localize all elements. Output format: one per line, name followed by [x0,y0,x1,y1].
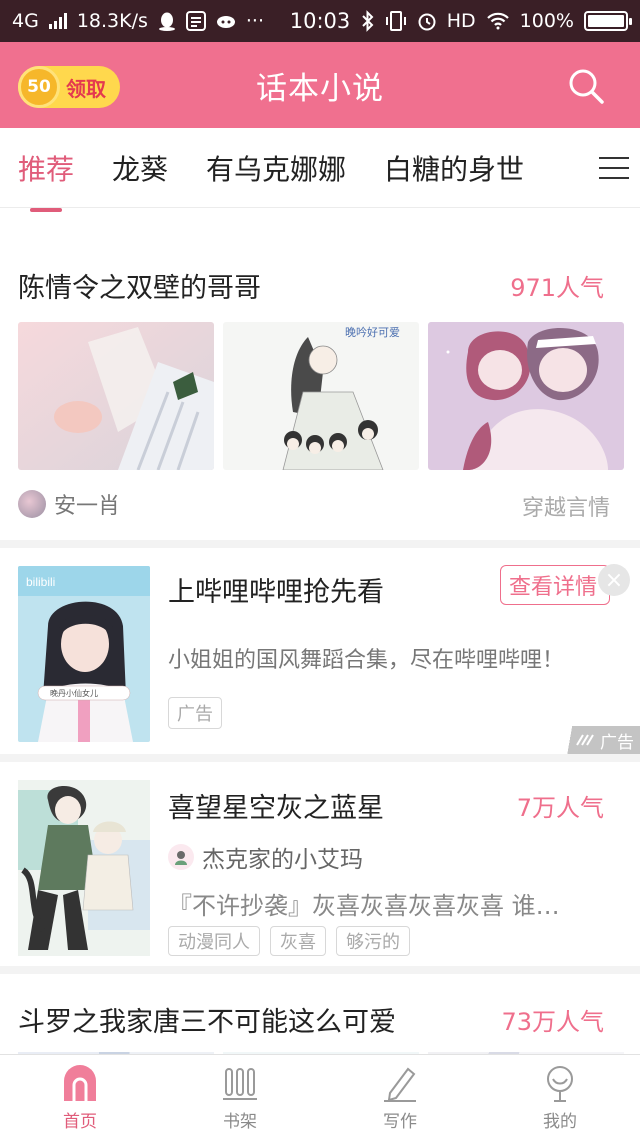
claim-label: 领取 [66,76,106,101]
story-title: 陈情令之双壁的哥哥 [18,273,261,304]
view-details-button[interactable]: 查看详情 [500,565,610,605]
coin-icon: 50 [18,66,60,108]
image-caption: 晚吟好可爱 [345,325,400,339]
network-type: 4G [12,10,39,32]
nav-profile-label: 我的 [543,1112,577,1132]
nav-write-label: 写作 [383,1112,417,1132]
app-header: 50 领取 话本小说 [0,42,640,128]
bluetooth-icon [362,10,374,32]
ad-tag: 广告 [168,697,222,729]
tab-recommend[interactable]: 推荐 [18,148,74,212]
story-tag[interactable]: 够污的 [336,926,410,956]
popularity-count: 971人气 [510,274,604,302]
category-tabs: 推荐 龙葵 有乌克娜娜 白糖的身世 [0,128,640,212]
reader-app-icon [185,11,206,31]
bilibili-logo: bilibili [26,575,55,589]
home-icon [64,1065,96,1101]
story-image: 晚吟好可爱 [223,322,419,470]
nav-home-label: 首页 [63,1112,97,1132]
profile-icon [547,1066,573,1102]
popularity-count: 73万人气 [501,1008,604,1036]
story-cover [18,780,150,956]
ad-card[interactable]: bilibili 晚丹小仙女儿 上哔哩哔哩抢先看 查看详情 × 小姐姐的国风舞蹈… [0,548,640,762]
story-description: 『不许抄袭』灰喜灰喜灰喜灰喜 谁… [168,892,560,920]
ad-description: 小姐姐的国风舞蹈合集，尽在哔哩哔哩！ [168,648,565,673]
nav-home[interactable]: 首页 [0,1055,160,1138]
claim-coins-button[interactable]: 50 领取 [18,66,120,108]
signal-icon [48,13,67,29]
story-title: 喜望星空灰之蓝星 [168,793,384,824]
popularity-count: 7万人气 [516,794,604,822]
nav-bookshelf-label: 书架 [223,1112,257,1132]
nav-write[interactable]: 写作 [320,1055,480,1138]
story-image [18,322,214,470]
nav-profile[interactable]: 我的 [480,1055,640,1138]
page-title: 话本小说 [256,70,384,107]
close-icon[interactable]: × [598,564,630,596]
avatar [168,844,194,870]
story-tag[interactable]: 灰喜 [270,926,326,956]
ad-image: bilibili 晚丹小仙女儿 [18,566,150,742]
tab-longkui[interactable]: 龙葵 [112,148,168,188]
author-name: 安一肖 [54,494,121,519]
vibrate-icon [385,11,406,31]
bookshelf-icon [223,1068,257,1100]
story-title: 斗罗之我家唐三不可能这么可爱 [18,1007,396,1038]
tab-ukenana[interactable]: 有乌克娜娜 [206,148,346,188]
battery-icon [584,11,632,31]
ad-logo-icon [576,734,594,746]
search-icon[interactable] [566,66,606,106]
wifi-icon [486,12,509,30]
ad-badge: 广告 [558,726,640,754]
story-tag[interactable]: 动漫同人 [168,926,260,956]
ad-badge-label: 广告 [600,732,634,753]
story-card[interactable]: 斗罗之我家唐三不可能这么可爱 73万人气 [0,974,640,1054]
pen-icon [384,1067,416,1102]
bottom-nav: 首页 书架 写作 我的 [0,1054,640,1138]
alarm-icon [418,13,436,31]
qq-icon [158,12,175,31]
ad-image-caption: 晚丹小仙女儿 [50,688,98,698]
network-speed: 18.3K/s [76,10,148,32]
story-image [428,322,624,470]
more-notifications-icon: ··· [245,10,265,32]
cat-app-icon [216,16,235,28]
status-bar: 4G 18.3K/s ··· 10:03 HD 100% [0,0,640,42]
story-card[interactable]: 喜望星空灰之蓝星 7万人气 杰克家的小艾玛 『不许抄袭』灰喜灰喜灰喜灰喜 谁… … [0,762,640,974]
story-card[interactable]: 陈情令之双壁的哥哥 971人气 晚吟好可爱 安一肖 穿越言情 [0,222,640,548]
ad-title: 上哔哩哔哩抢先看 [168,577,384,608]
story-category: 穿越言情 [521,496,610,521]
tabs-menu-icon[interactable] [572,128,640,207]
story-feed: 陈情令之双壁的哥哥 971人气 晚吟好可爱 安一肖 穿越言情 bilibili … [0,208,640,1054]
battery-percent: 100% [519,10,574,32]
author-name: 杰克家的小艾玛 [202,847,363,873]
hd-indicator: HD [446,10,476,32]
nav-bookshelf[interactable]: 书架 [160,1055,320,1138]
tab-baitang[interactable]: 白糖的身世 [384,148,524,188]
avatar [18,490,46,518]
